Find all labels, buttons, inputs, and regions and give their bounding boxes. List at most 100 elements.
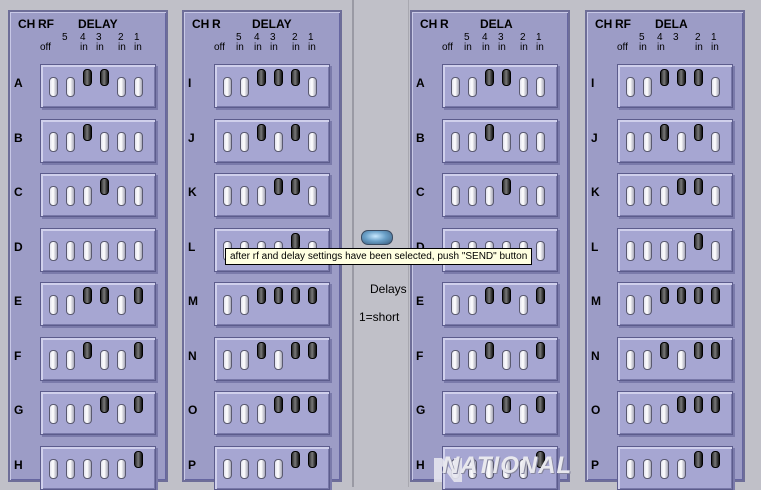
- toggle-switch-on[interactable]: [134, 450, 149, 474]
- toggle-switch-off[interactable]: [100, 458, 115, 482]
- toggle-switch-on[interactable]: [677, 396, 692, 419]
- toggle-switch-on[interactable]: [502, 69, 517, 92]
- toggle-switch-off[interactable]: [536, 131, 551, 155]
- toggle-switch-off[interactable]: [49, 77, 64, 100]
- toggle-switch-off[interactable]: [240, 458, 255, 482]
- toggle-switch-on[interactable]: [274, 69, 289, 92]
- toggle-switch-off[interactable]: [626, 458, 641, 482]
- toggle-switch-off[interactable]: [308, 186, 323, 209]
- toggle-switch-off[interactable]: [49, 186, 64, 209]
- toggle-switch-on[interactable]: [660, 341, 675, 365]
- toggle-switch-off[interactable]: [660, 186, 675, 209]
- toggle-switch-off[interactable]: [626, 240, 641, 264]
- toggle-switch-off[interactable]: [240, 77, 255, 100]
- toggle-switch-on[interactable]: [694, 287, 709, 310]
- toggle-switch-on[interactable]: [257, 123, 272, 147]
- toggle-switch-off[interactable]: [643, 458, 658, 482]
- toggle-switch-off[interactable]: [677, 349, 692, 373]
- toggle-switch-on[interactable]: [536, 287, 551, 310]
- toggle-switch-off[interactable]: [660, 458, 675, 482]
- toggle-switch-off[interactable]: [223, 349, 238, 373]
- toggle-switch-off[interactable]: [223, 131, 238, 155]
- toggle-switch-off[interactable]: [117, 240, 132, 264]
- toggle-switch-off[interactable]: [711, 131, 726, 155]
- toggle-switch-off[interactable]: [502, 349, 517, 373]
- toggle-switch-on[interactable]: [308, 396, 323, 419]
- toggle-switch-off[interactable]: [66, 295, 81, 318]
- toggle-switch-on[interactable]: [257, 341, 272, 365]
- toggle-switch-off[interactable]: [240, 295, 255, 318]
- toggle-switch-off[interactable]: [117, 131, 132, 155]
- toggle-switch-on[interactable]: [134, 341, 149, 365]
- toggle-switch-off[interactable]: [660, 240, 675, 264]
- toggle-switch-off[interactable]: [66, 77, 81, 100]
- toggle-switch-on[interactable]: [677, 287, 692, 310]
- toggle-switch-on[interactable]: [694, 341, 709, 365]
- toggle-switch-off[interactable]: [117, 349, 132, 373]
- toggle-switch-on[interactable]: [291, 341, 306, 365]
- toggle-switch-off[interactable]: [660, 404, 675, 427]
- toggle-switch-off[interactable]: [100, 131, 115, 155]
- toggle-switch-off[interactable]: [49, 131, 64, 155]
- toggle-switch-off[interactable]: [49, 458, 64, 482]
- toggle-switch-off[interactable]: [468, 131, 483, 155]
- toggle-switch-off[interactable]: [117, 186, 132, 209]
- toggle-switch-on[interactable]: [485, 287, 500, 310]
- toggle-switch-off[interactable]: [519, 131, 534, 155]
- toggle-switch-on[interactable]: [83, 123, 98, 147]
- toggle-switch-on[interactable]: [274, 287, 289, 310]
- toggle-switch-on[interactable]: [660, 287, 675, 310]
- toggle-switch-off[interactable]: [308, 77, 323, 100]
- toggle-switch-on[interactable]: [694, 396, 709, 419]
- toggle-switch-on[interactable]: [308, 450, 323, 474]
- toggle-switch-off[interactable]: [117, 295, 132, 318]
- toggle-switch-on[interactable]: [291, 69, 306, 92]
- toggle-switch-off[interactable]: [134, 186, 149, 209]
- toggle-switch-off[interactable]: [468, 186, 483, 209]
- toggle-switch-off[interactable]: [643, 186, 658, 209]
- toggle-switch-off[interactable]: [83, 458, 98, 482]
- toggle-switch-off[interactable]: [223, 404, 238, 427]
- toggle-switch-on[interactable]: [711, 287, 726, 310]
- toggle-switch-off[interactable]: [519, 77, 534, 100]
- toggle-switch-on[interactable]: [274, 396, 289, 419]
- toggle-switch-off[interactable]: [519, 186, 534, 209]
- toggle-switch-off[interactable]: [134, 131, 149, 155]
- toggle-switch-off[interactable]: [626, 404, 641, 427]
- toggle-switch-on[interactable]: [485, 123, 500, 147]
- toggle-switch-off[interactable]: [468, 404, 483, 427]
- toggle-switch-off[interactable]: [117, 404, 132, 427]
- toggle-switch-off[interactable]: [626, 131, 641, 155]
- toggle-switch-on[interactable]: [134, 287, 149, 310]
- toggle-switch-off[interactable]: [223, 77, 238, 100]
- toggle-switch-on[interactable]: [677, 69, 692, 92]
- toggle-switch-on[interactable]: [257, 287, 272, 310]
- toggle-switch-on[interactable]: [100, 69, 115, 92]
- toggle-switch-off[interactable]: [626, 295, 641, 318]
- toggle-switch-on[interactable]: [485, 69, 500, 92]
- toggle-switch-off[interactable]: [485, 186, 500, 209]
- toggle-switch-on[interactable]: [291, 396, 306, 419]
- toggle-switch-off[interactable]: [240, 186, 255, 209]
- toggle-switch-on[interactable]: [502, 396, 517, 419]
- toggle-switch-on[interactable]: [711, 341, 726, 365]
- toggle-switch-off[interactable]: [626, 77, 641, 100]
- toggle-switch-off[interactable]: [677, 131, 692, 155]
- toggle-switch-off[interactable]: [117, 77, 132, 100]
- toggle-switch-on[interactable]: [485, 341, 500, 365]
- toggle-switch-off[interactable]: [117, 458, 132, 482]
- toggle-switch-off[interactable]: [134, 240, 149, 264]
- toggle-switch-off[interactable]: [66, 131, 81, 155]
- toggle-switch-off[interactable]: [274, 458, 289, 482]
- toggle-switch-on[interactable]: [694, 232, 709, 256]
- toggle-switch-off[interactable]: [643, 77, 658, 100]
- toggle-switch-off[interactable]: [240, 349, 255, 373]
- toggle-switch-on[interactable]: [134, 396, 149, 419]
- toggle-switch-on[interactable]: [502, 287, 517, 310]
- toggle-switch-on[interactable]: [291, 123, 306, 147]
- toggle-switch-off[interactable]: [257, 458, 272, 482]
- toggle-switch-off[interactable]: [677, 240, 692, 264]
- toggle-switch-off[interactable]: [643, 131, 658, 155]
- toggle-switch-off[interactable]: [83, 404, 98, 427]
- toggle-switch-off[interactable]: [223, 186, 238, 209]
